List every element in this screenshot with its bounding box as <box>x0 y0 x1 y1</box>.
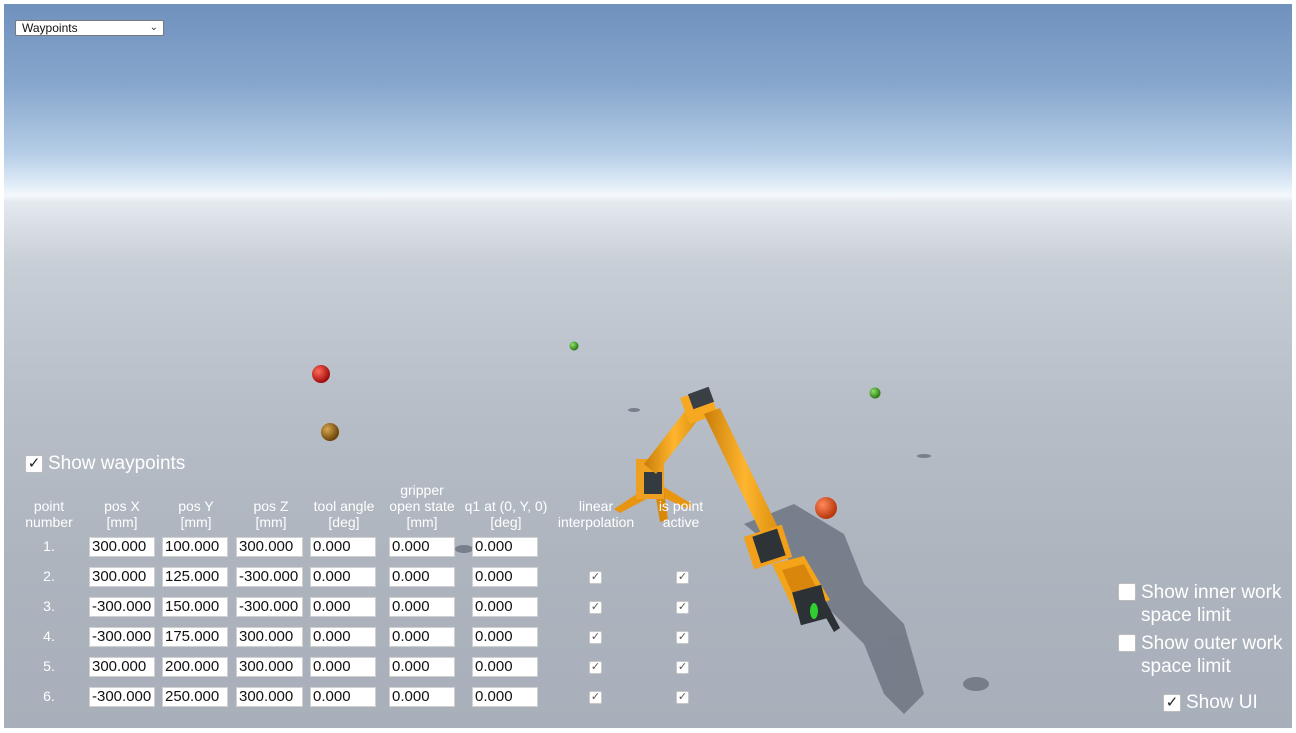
row-number: 2. <box>43 568 55 584</box>
linear-interpolation-checkbox[interactable]: ✓ <box>589 631 602 644</box>
gripper-input[interactable]: 0.000 <box>389 627 455 647</box>
pos-x-input[interactable]: -300.000 <box>89 597 155 617</box>
tool-angle-input[interactable]: 0.000 <box>310 687 376 707</box>
column-header-is-point-active: is point active <box>658 498 704 530</box>
row-number: 4. <box>43 628 55 644</box>
checkmark-icon: ✓ <box>677 571 688 583</box>
column-header-pos-x: pos X [mm] <box>104 498 140 530</box>
pos-z-input[interactable]: 300.000 <box>236 657 303 677</box>
checkmark-icon: ✓ <box>590 571 601 583</box>
dropdown-selected-value: Waypoints <box>22 21 78 35</box>
waypoint-sphere-green <box>869 387 881 399</box>
linear-interpolation-checkbox[interactable]: ✓ <box>589 571 602 584</box>
column-header-q1: q1 at (0, Y, 0) [deg] <box>464 498 548 530</box>
checkmark-icon: ✓ <box>677 661 688 673</box>
pos-x-input[interactable]: -300.000 <box>89 687 155 707</box>
waypoint-sphere-red <box>312 365 330 383</box>
outer-work-space-label: Show outer work space limit <box>1141 632 1283 678</box>
pos-y-input[interactable]: 175.000 <box>162 627 228 647</box>
robot-scene <box>312 341 989 714</box>
checkmark-icon: ✓ <box>1165 694 1179 711</box>
gripper-input[interactable]: 0.000 <box>389 567 455 587</box>
linear-interpolation-checkbox[interactable]: ✓ <box>589 691 602 704</box>
waypoint-sphere-orange <box>815 497 837 519</box>
q1-input[interactable]: 0.000 <box>472 537 538 557</box>
outer-work-space-checkbox[interactable] <box>1118 634 1136 652</box>
column-header-pos-z: pos Z [mm] <box>253 498 289 530</box>
gripper-input[interactable]: 0.000 <box>389 597 455 617</box>
q1-input[interactable]: 0.000 <box>472 657 538 677</box>
q1-input[interactable]: 0.000 <box>472 687 538 707</box>
outer-work-space-label-line2: space limit <box>1141 656 1231 677</box>
gripper-input[interactable]: 0.000 <box>389 657 455 677</box>
waypoint-sphere-gold <box>321 423 339 441</box>
pos-y-input[interactable]: 200.000 <box>162 657 228 677</box>
mode-dropdown[interactable]: Waypoints ⌄ <box>15 20 164 36</box>
point-active-checkbox[interactable]: ✓ <box>676 691 689 704</box>
pos-z-input[interactable]: -300.000 <box>236 597 303 617</box>
pos-z-input[interactable]: -300.000 <box>236 567 303 587</box>
point-active-checkbox[interactable]: ✓ <box>676 601 689 614</box>
q1-input[interactable]: 0.000 <box>472 627 538 647</box>
gripper-input[interactable]: 0.000 <box>389 687 455 707</box>
row-number: 6. <box>43 688 55 704</box>
pos-y-input[interactable]: 100.000 <box>162 537 228 557</box>
checkmark-icon: ✓ <box>27 455 41 472</box>
q1-input[interactable]: 0.000 <box>472 597 538 617</box>
inner-work-space-checkbox[interactable] <box>1118 583 1136 601</box>
column-header-tool-angle: tool angle [deg] <box>313 498 375 530</box>
pos-y-input[interactable]: 150.000 <box>162 597 228 617</box>
linear-interpolation-checkbox[interactable]: ✓ <box>589 601 602 614</box>
row-number: 1. <box>43 538 55 554</box>
show-ui-checkbox[interactable]: ✓ <box>1163 694 1181 712</box>
column-header-gripper-open-state: gripper open state [mm] <box>389 482 455 530</box>
pos-y-input[interactable]: 250.000 <box>162 687 228 707</box>
point-active-checkbox[interactable]: ✓ <box>676 571 689 584</box>
waypoint-sphere-green <box>569 341 579 351</box>
checkmark-icon: ✓ <box>677 691 688 703</box>
3d-viewport[interactable]: Waypoints ⌄ ✓ Show waypoints point numbe… <box>4 4 1292 728</box>
checkmark-icon: ✓ <box>590 661 601 673</box>
pos-x-input[interactable]: 300.000 <box>89 537 155 557</box>
tool-angle-input[interactable]: 0.000 <box>310 627 376 647</box>
pos-z-input[interactable]: 300.000 <box>236 537 303 557</box>
pos-z-input[interactable]: 300.000 <box>236 687 303 707</box>
chevron-down-icon: ⌄ <box>149 22 158 33</box>
tool-angle-input[interactable]: 0.000 <box>310 567 376 587</box>
linear-interpolation-checkbox[interactable]: ✓ <box>589 661 602 674</box>
show-waypoints-checkbox[interactable]: ✓ <box>25 455 43 473</box>
checkmark-icon: ✓ <box>590 601 601 613</box>
checkmark-icon: ✓ <box>677 601 688 613</box>
pos-x-input[interactable]: 300.000 <box>89 657 155 677</box>
tool-angle-input[interactable]: 0.000 <box>310 657 376 677</box>
pos-x-input[interactable]: 300.000 <box>89 567 155 587</box>
tool-angle-input[interactable]: 0.000 <box>310 597 376 617</box>
tool-angle-input[interactable]: 0.000 <box>310 537 376 557</box>
row-number: 3. <box>43 598 55 614</box>
inner-work-space-label-line1: Show inner work <box>1141 582 1282 603</box>
point-active-checkbox[interactable]: ✓ <box>676 661 689 674</box>
outer-work-space-label-line1: Show outer work <box>1141 633 1283 654</box>
pos-z-input[interactable]: 300.000 <box>236 627 303 647</box>
gripper-input[interactable]: 0.000 <box>389 537 455 557</box>
point-active-checkbox[interactable]: ✓ <box>676 631 689 644</box>
checkmark-icon: ✓ <box>590 631 601 643</box>
column-header-pos-y: pos Y [mm] <box>178 498 214 530</box>
row-number: 5. <box>43 658 55 674</box>
column-header-linear-interpolation: linear interpolation <box>557 498 635 530</box>
checkmark-icon: ✓ <box>590 691 601 703</box>
inner-work-space-label-line2: space limit <box>1141 605 1231 626</box>
show-waypoints-label: Show waypoints <box>48 453 186 474</box>
column-header-point-number: point number <box>25 498 73 530</box>
inner-work-space-label: Show inner work space limit <box>1141 581 1281 627</box>
q1-input[interactable]: 0.000 <box>472 567 538 587</box>
show-ui-label: Show UI <box>1186 692 1258 713</box>
pos-y-input[interactable]: 125.000 <box>162 567 228 587</box>
checkmark-icon: ✓ <box>677 631 688 643</box>
pos-x-input[interactable]: -300.000 <box>89 627 155 647</box>
